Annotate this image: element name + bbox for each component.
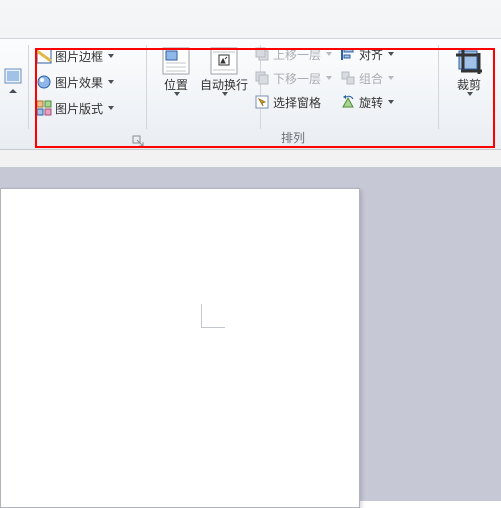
- wrap-text-label: 自动换行: [200, 79, 248, 92]
- dropdown-icon: [174, 92, 180, 96]
- picture-layout-icon: [36, 100, 52, 116]
- wrap-text-button[interactable]: 自动换行: [200, 43, 248, 98]
- arrange-group-label: 排列: [148, 131, 438, 149]
- selection-pane-icon: [254, 94, 270, 110]
- dropdown-icon: [108, 54, 114, 58]
- ribbon-area: 图片边框 图片效果: [0, 0, 501, 160]
- dropdown-icon: [326, 76, 332, 80]
- dropdown-icon: [388, 52, 394, 56]
- bring-forward-icon: [254, 46, 270, 62]
- send-backward-button[interactable]: 下移一层: [252, 67, 334, 89]
- dropdown-icon: [467, 92, 473, 96]
- selection-pane-label: 选择窗格: [273, 94, 321, 111]
- document-background: [0, 168, 501, 501]
- group-launcher-row: [30, 131, 146, 149]
- group-separator: [146, 45, 147, 129]
- horizontal-ruler: [0, 150, 501, 168]
- picture-effects-icon: [36, 74, 52, 90]
- group-picture-styles: 图片边框 图片效果: [30, 39, 146, 149]
- dropdown-icon: [108, 106, 114, 110]
- group-objects-button[interactable]: 组合: [338, 67, 396, 89]
- align-label: 对齐: [359, 46, 383, 63]
- dropdown-icon: [388, 100, 394, 104]
- picture-effects-label: 图片效果: [55, 74, 103, 91]
- selection-pane-button[interactable]: 选择窗格: [252, 91, 334, 113]
- rotate-icon: [340, 94, 356, 110]
- position-icon: [160, 45, 192, 77]
- picture-border-label: 图片边框: [55, 48, 103, 65]
- dropdown-icon: [222, 92, 228, 96]
- picture-layout-button[interactable]: 图片版式: [34, 97, 116, 119]
- rotate-label: 旋转: [359, 94, 383, 111]
- picture-gallery-icon[interactable]: [4, 59, 22, 95]
- ribbon: 图片边框 图片效果: [0, 38, 501, 150]
- position-label: 位置: [164, 79, 188, 92]
- dropdown-icon: [388, 76, 394, 80]
- dropdown-icon: [326, 52, 332, 56]
- document-page[interactable]: [0, 188, 360, 508]
- bring-forward-button[interactable]: 上移一层: [252, 43, 334, 65]
- position-button[interactable]: 位置: [152, 43, 200, 98]
- wrap-text-icon: [208, 45, 240, 77]
- group-icon: [340, 70, 356, 86]
- dropdown-icon: [108, 80, 114, 84]
- align-icon: [340, 46, 356, 62]
- dialog-launcher-icon[interactable]: [132, 135, 144, 147]
- group-separator: [438, 45, 439, 129]
- align-button[interactable]: 对齐: [338, 43, 396, 65]
- picture-layout-label: 图片版式: [55, 100, 103, 117]
- picture-border-icon: [36, 48, 52, 64]
- picture-effects-button[interactable]: 图片效果: [34, 71, 116, 93]
- group-objects-label: 组合: [359, 70, 383, 87]
- crop-button[interactable]: 裁剪: [445, 43, 493, 98]
- group-separator: [28, 45, 29, 129]
- margin-corner-icon: [201, 304, 225, 328]
- picture-border-button[interactable]: 图片边框: [34, 45, 116, 67]
- group-arrange: 位置 自动换行: [148, 39, 438, 149]
- rotate-button[interactable]: 旋转: [338, 91, 396, 113]
- bring-forward-label: 上移一层: [273, 46, 321, 63]
- crop-label: 裁剪: [457, 79, 481, 92]
- send-backward-label: 下移一层: [273, 70, 321, 87]
- send-backward-icon: [254, 70, 270, 86]
- group-stub: [0, 39, 28, 149]
- crop-icon: [453, 45, 485, 77]
- group-crop: 裁剪: [440, 39, 498, 149]
